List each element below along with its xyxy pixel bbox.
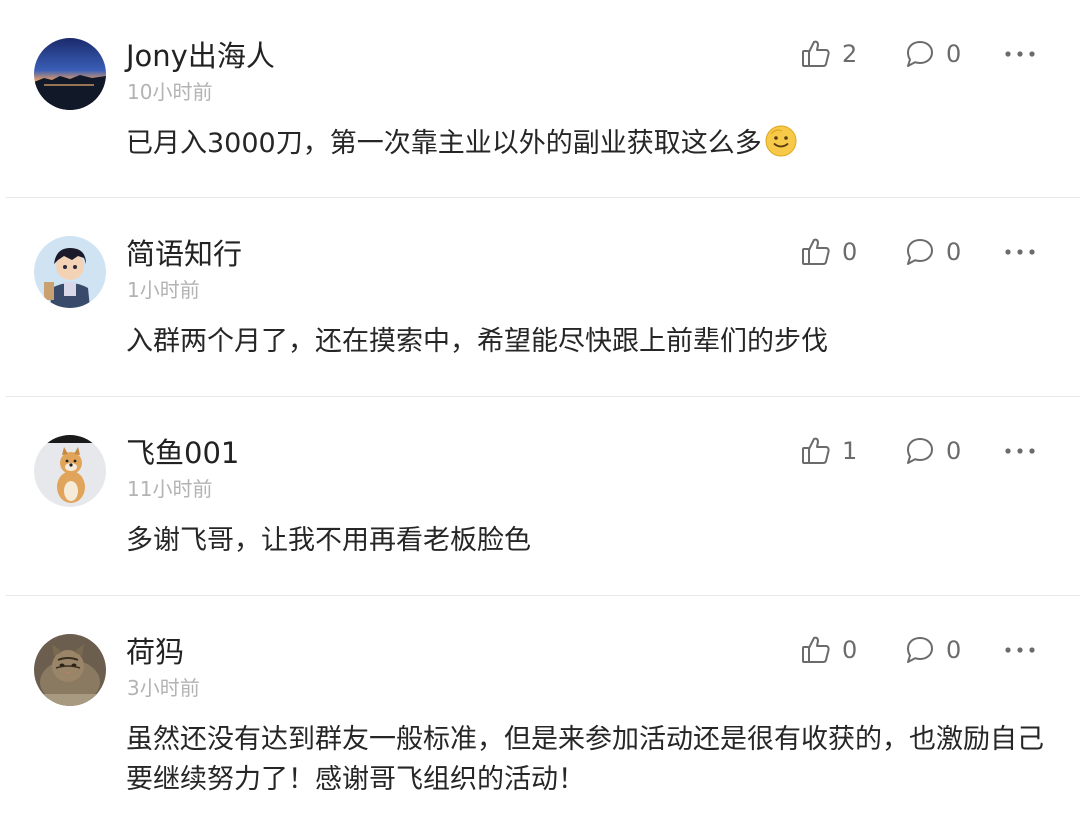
avatar[interactable] bbox=[34, 634, 106, 706]
comment-bubble-icon bbox=[904, 435, 936, 467]
comment-item: 荷犸 3小时前 0 0 虽然还没有达到群友一般标准，但是来参加活动还是很有收获的… bbox=[0, 596, 1080, 836]
reply-count: 0 bbox=[946, 636, 962, 664]
comment-item: 飞鱼001 11小时前 1 0 多谢飞哥，让我不用再看老板脸色 bbox=[0, 397, 1080, 596]
more-dots-icon bbox=[1004, 447, 1036, 455]
more-button[interactable] bbox=[1000, 36, 1040, 72]
like-count: 0 bbox=[842, 238, 858, 266]
timestamp: 1小时前 bbox=[127, 278, 200, 302]
more-button[interactable] bbox=[1000, 632, 1040, 668]
username[interactable]: 飞鱼001 bbox=[126, 435, 239, 471]
more-button[interactable] bbox=[1000, 234, 1040, 270]
like-button[interactable]: 2 bbox=[800, 36, 857, 72]
comment-text: 多谢飞哥，让我不用再看老板脸色 bbox=[126, 525, 531, 556]
more-dots-icon bbox=[1004, 646, 1036, 654]
thumbs-up-icon bbox=[800, 634, 832, 666]
reply-count: 0 bbox=[946, 40, 962, 68]
username[interactable]: 荷犸 bbox=[126, 634, 184, 670]
like-count: 1 bbox=[842, 437, 858, 465]
comment-bubble-icon bbox=[904, 38, 936, 70]
like-button[interactable]: 0 bbox=[800, 632, 857, 668]
thumbs-up-icon bbox=[800, 435, 832, 467]
timestamp: 11小时前 bbox=[127, 477, 213, 501]
username[interactable]: Jony出海人 bbox=[126, 38, 275, 74]
comment-bubble-icon bbox=[904, 236, 936, 268]
comment-item: 简语知行 1小时前 0 0 入群两个月了，还在摸索中，希望能尽快跟上前辈们的步伐 bbox=[0, 198, 1080, 397]
username[interactable]: 简语知行 bbox=[126, 236, 242, 272]
reply-count: 0 bbox=[946, 238, 962, 266]
avatar[interactable] bbox=[34, 435, 106, 507]
like-count: 0 bbox=[842, 636, 858, 664]
like-count: 2 bbox=[842, 40, 858, 68]
thumbs-up-icon bbox=[800, 236, 832, 268]
comment-item: Jony出海人 10小时前 2 0 已月入3000刀，第一次靠主业以外的副业获取… bbox=[0, 0, 1080, 198]
timestamp: 10小时前 bbox=[127, 80, 213, 104]
comment-text-content: 已月入3000刀，第一次靠主业以外的副业获取这么多 bbox=[126, 128, 762, 159]
comment-text: 入群两个月了，还在摸索中，希望能尽快跟上前辈们的步伐 bbox=[126, 326, 828, 357]
reply-count: 0 bbox=[946, 437, 962, 465]
more-dots-icon bbox=[1004, 50, 1036, 58]
more-dots-icon bbox=[1004, 248, 1036, 256]
comment-text: 虽然还没有达到群友一般标准，但是来参加活动还是很有收获的，也激励自己要继续努力了… bbox=[126, 724, 1044, 795]
reply-button[interactable]: 0 bbox=[904, 234, 961, 270]
reply-button[interactable]: 0 bbox=[904, 433, 961, 469]
comment-text: 已月入3000刀，第一次靠主业以外的副业获取这么多 bbox=[126, 124, 1046, 164]
timestamp: 3小时前 bbox=[127, 676, 200, 700]
comment-bubble-icon bbox=[904, 634, 936, 666]
avatar[interactable] bbox=[34, 236, 106, 308]
reply-button[interactable]: 0 bbox=[904, 36, 961, 72]
like-button[interactable]: 1 bbox=[800, 433, 857, 469]
more-button[interactable] bbox=[1000, 433, 1040, 469]
avatar[interactable] bbox=[34, 38, 106, 110]
smiling-face-emoji-icon bbox=[764, 124, 798, 158]
reply-button[interactable]: 0 bbox=[904, 632, 961, 668]
thumbs-up-icon bbox=[800, 38, 832, 70]
like-button[interactable]: 0 bbox=[800, 234, 857, 270]
